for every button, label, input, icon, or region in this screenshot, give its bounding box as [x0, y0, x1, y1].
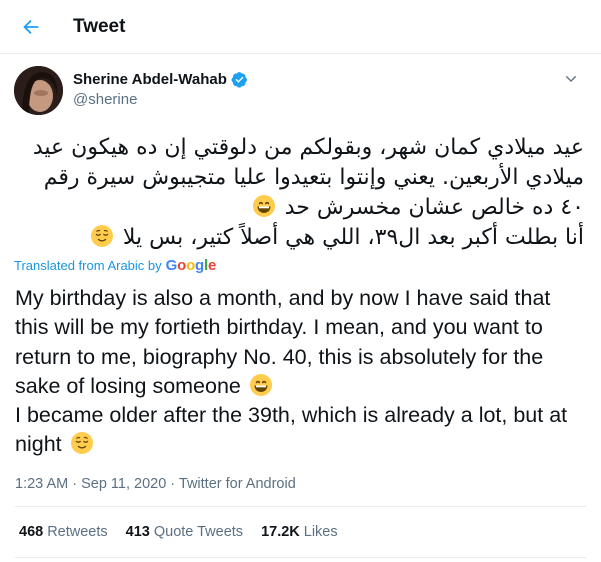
likes-label: Likes [303, 524, 338, 540]
back-button[interactable] [18, 14, 44, 40]
verified-badge-icon [231, 71, 248, 88]
retweets-count: 468 [19, 524, 44, 540]
tweet-stats: 468 Retweets 413 Quote Tweets 17.2K Like… [19, 524, 356, 540]
quote-tweets-label: Quote Tweets [153, 524, 244, 540]
tweet-text-arabic: عيد ميلادي كمان شهر، وبقولكم من دلوقتي إ… [14, 133, 584, 253]
likes-stat[interactable]: 17.2K Likes [261, 524, 338, 540]
arrow-left-icon [23, 19, 39, 35]
tweet-header: Tweet [0, 0, 601, 54]
quote-tweets-stat[interactable]: 413 Quote Tweets [126, 524, 243, 540]
divider [15, 506, 586, 507]
tweet-timestamp[interactable]: 1:23 AM · Sep 11, 2020 · Twitter for And… [15, 476, 296, 492]
arabic-line-2: أنا بطلت أكبر بعد ال٣٩، اللي هي أصلاً كت… [122, 225, 584, 250]
retweets-stat[interactable]: 468 Retweets [19, 524, 108, 540]
translation-label: Translated from Arabic by [14, 258, 162, 273]
relieved-face-emoji [70, 432, 93, 455]
grinning-face-emoji [252, 195, 275, 217]
english-line-2: I became older after the 39th, which is … [15, 403, 568, 457]
arabic-line-1: عيد ميلادي كمان شهر، وبقولكم من دلوقتي إ… [32, 135, 584, 220]
translation-attribution: Translated from Arabic by Google [14, 257, 216, 274]
google-logo: Google [165, 257, 217, 274]
page-title: Tweet [73, 16, 126, 37]
divider [15, 557, 586, 558]
quote-tweets-count: 413 [125, 524, 150, 540]
grinning-face-emoji [249, 373, 272, 396]
relieved-face-emoji [90, 225, 113, 247]
english-line-1: My birthday is also a month, and by now … [15, 286, 551, 398]
author-handle[interactable]: @sherine [73, 91, 137, 108]
chevron-down-icon [565, 75, 577, 82]
tweet-text-translated: My birthday is also a month, and by now … [15, 284, 575, 460]
author-name[interactable]: Sherine Abdel-Wahab [73, 71, 227, 88]
likes-count: 17.2K [261, 524, 300, 540]
tweet-author: Sherine Abdel-Wahab @sherine [14, 66, 589, 116]
retweets-label: Retweets [47, 524, 108, 540]
tweet-menu-button[interactable] [561, 69, 581, 89]
avatar[interactable] [14, 66, 63, 115]
